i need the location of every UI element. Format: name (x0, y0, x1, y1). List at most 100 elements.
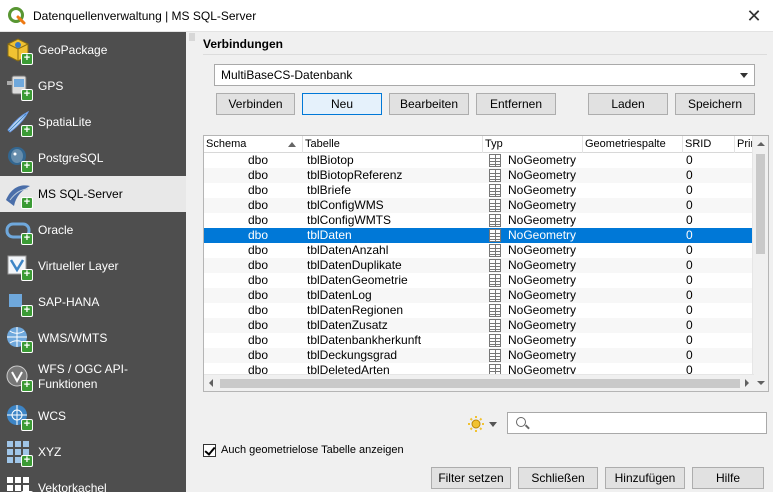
cell-type: NoGeometry (508, 348, 577, 362)
header-schema[interactable]: Schema (204, 136, 303, 153)
cell-type: NoGeometry (508, 318, 577, 332)
show-nongeometry-checkbox[interactable] (203, 444, 216, 457)
sidebar-item-oracle[interactable]: + Oracle (0, 212, 186, 248)
sidebar-item-sap-hana[interactable]: + SAP-HANA (0, 284, 186, 320)
scroll-right-icon[interactable] (745, 379, 749, 387)
table-type-icon (489, 199, 501, 212)
wms-icon: + (4, 324, 33, 353)
scroll-thumb[interactable] (756, 154, 765, 254)
edit-button[interactable]: Bearbeiten (389, 93, 469, 115)
sidebar-item-xyz[interactable]: + XYZ (0, 434, 186, 470)
splitter[interactable] (186, 32, 198, 492)
help-button[interactable]: Hilfe (692, 467, 764, 489)
connection-select[interactable]: MultiBaseCS-Datenbank (214, 64, 755, 86)
cell-type: NoGeometry (508, 168, 577, 182)
table-row[interactable]: dbo tblDatenZusatz NoGeometry 0 (204, 318, 754, 333)
table-row[interactable]: dbo tblBiotop NoGeometry 0 (204, 153, 754, 168)
cell-srid: 0 (686, 288, 693, 302)
search-input[interactable] (507, 412, 767, 434)
cell-srid: 0 (686, 318, 693, 332)
table-type-icon (489, 259, 501, 272)
cell-table: tblDatenLog (307, 288, 372, 302)
cell-schema: dbo (248, 168, 269, 182)
main-panel: Verbindungen MultiBaseCS-Datenbank Verbi… (198, 32, 773, 492)
add-button[interactable]: Hinzufügen (605, 467, 685, 489)
cell-schema: dbo (248, 153, 269, 167)
cell-schema: dbo (248, 228, 269, 242)
horizontal-scrollbar[interactable] (204, 374, 754, 391)
title-bar: Datenquellenverwaltung | MS SQL-Server ✕ (0, 0, 773, 32)
tables-view[interactable]: Schema Tabelle Typ Geometriespalte SRID … (203, 135, 769, 392)
cell-srid: 0 (686, 168, 693, 182)
table-row[interactable]: dbo tblConfigWMTS NoGeometry 0 (204, 213, 754, 228)
header-type[interactable]: Typ (483, 136, 583, 153)
connect-button[interactable]: Verbinden (216, 93, 295, 115)
table-row[interactable]: dbo tblDatenGeometrie NoGeometry 0 (204, 273, 754, 288)
cell-type: NoGeometry (508, 213, 577, 227)
close-icon[interactable]: ✕ (741, 3, 767, 29)
table-row[interactable]: dbo tblDatenDuplikate NoGeometry 0 (204, 258, 754, 273)
scroll-up-icon[interactable] (757, 142, 765, 146)
sidebar-item-mssql[interactable]: + MS SQL-Server (0, 176, 186, 212)
sidebar-item-gps[interactable]: + GPS (0, 68, 186, 104)
table-row[interactable]: dbo tblDaten NoGeometry 0 (204, 228, 754, 243)
sidebar-item-wms[interactable]: + WMS/WMTS (0, 320, 186, 356)
virtual-layer-icon: + (4, 252, 33, 281)
save-button[interactable]: Speichern (675, 93, 755, 115)
table-row[interactable]: dbo tblBiotopReferenz NoGeometry 0 (204, 168, 754, 183)
table-row[interactable]: dbo tblDeckungsgrad NoGeometry 0 (204, 348, 754, 363)
table-row[interactable]: dbo tblDatenAnzahl NoGeometry 0 (204, 243, 754, 258)
window-title: Datenquellenverwaltung | MS SQL-Server (33, 8, 257, 23)
connection-select-value: MultiBaseCS-Datenbank (221, 68, 353, 82)
table-type-icon (489, 334, 501, 347)
set-filter-button[interactable]: Filter setzen (431, 467, 511, 489)
load-button[interactable]: Laden (588, 93, 668, 115)
table-row[interactable]: dbo tblConfigWMS NoGeometry 0 (204, 198, 754, 213)
sidebar-item-virtual-layer[interactable]: + Virtueller Layer (0, 248, 186, 284)
sidebar-item-wfs[interactable]: + WFS / OGC API- Funktionen (0, 356, 186, 398)
table-row[interactable]: dbo tblDatenbankherkunft NoGeometry 0 (204, 333, 754, 348)
cell-type: NoGeometry (508, 288, 577, 302)
search-icon (516, 417, 526, 427)
cell-srid: 0 (686, 213, 693, 227)
sidebar-item-geopackage[interactable]: + GeoPackage (0, 32, 186, 68)
cell-type: NoGeometry (508, 198, 577, 212)
table-type-icon (489, 319, 501, 332)
new-button[interactable]: Neu (302, 93, 382, 115)
cell-table: tblDatenZusatz (307, 318, 388, 332)
cell-srid: 0 (686, 348, 693, 362)
cell-type: NoGeometry (508, 153, 577, 167)
table-row[interactable]: dbo tblDatenRegionen NoGeometry 0 (204, 303, 754, 318)
scroll-down-icon[interactable] (757, 381, 765, 385)
vertical-scrollbar[interactable] (752, 136, 768, 391)
wcs-icon: + (4, 402, 33, 431)
cell-schema: dbo (248, 258, 269, 272)
header-srid[interactable]: SRID (683, 136, 735, 153)
table-row[interactable]: dbo tblDatenLog NoGeometry 0 (204, 288, 754, 303)
header-geometry-column[interactable]: Geometriespalte (583, 136, 683, 153)
sidebar-item-vector-tile[interactable]: + Vektorkachel (0, 470, 186, 492)
cell-schema: dbo (248, 213, 269, 227)
remove-button[interactable]: Entfernen (476, 93, 556, 115)
table-row[interactable]: dbo tblBriefe NoGeometry 0 (204, 183, 754, 198)
sidebar-item-wcs[interactable]: + WCS (0, 398, 186, 434)
cell-table: tblBiotop (307, 153, 354, 167)
oracle-icon: + (4, 216, 33, 245)
cell-srid: 0 (686, 273, 693, 287)
header-table[interactable]: Tabelle (303, 136, 483, 153)
vector-tile-icon: + (4, 474, 33, 492)
table-type-icon (489, 349, 501, 362)
sidebar-item-spatialite[interactable]: + SpatiaLite (0, 104, 186, 140)
sidebar-item-postgresql[interactable]: + PostgreSQL (0, 140, 186, 176)
scroll-left-icon[interactable] (209, 379, 213, 387)
cell-schema: dbo (248, 318, 269, 332)
table-type-icon (489, 154, 501, 167)
filter-options-button[interactable] (468, 415, 502, 433)
splitter-handle[interactable] (189, 33, 195, 41)
cell-schema: dbo (248, 273, 269, 287)
close-button[interactable]: Schließen (518, 467, 598, 489)
hscroll-thumb[interactable] (220, 379, 740, 388)
cell-srid: 0 (686, 243, 693, 257)
cell-table: tblBriefe (307, 183, 352, 197)
wfs-icon: + (4, 363, 33, 392)
